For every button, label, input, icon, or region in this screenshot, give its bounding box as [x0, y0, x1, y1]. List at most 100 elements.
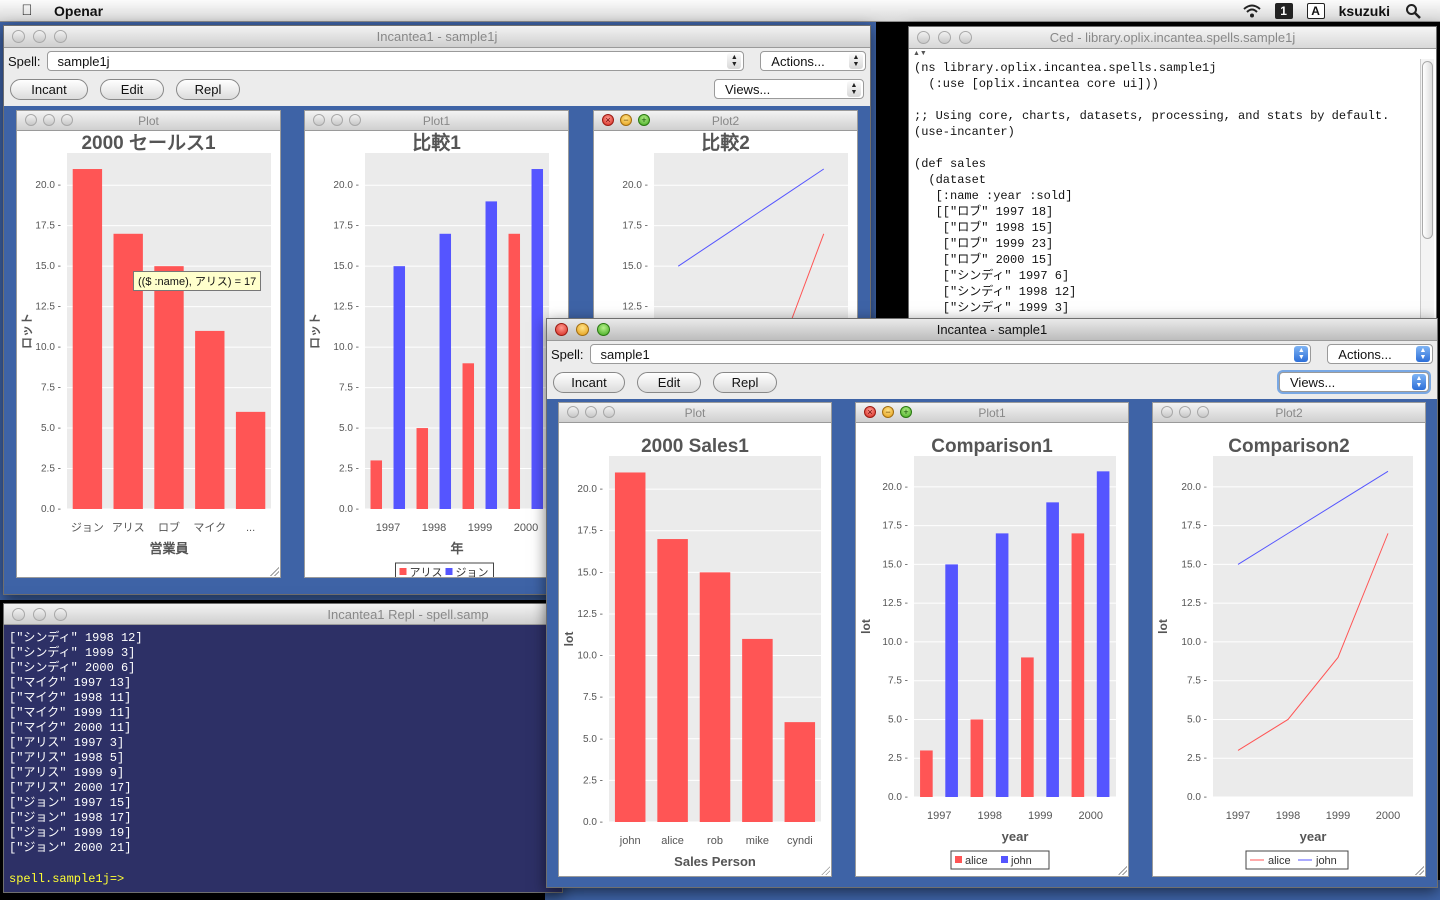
zoom-icon[interactable] [349, 114, 361, 126]
zoom-icon[interactable]: + [900, 406, 912, 418]
comparison-bar-chart[interactable]: 比較1 0.0 - 2.5 - 5.0 - 7.5 - 10.0 - 12.5 - 15.0 … [305, 131, 568, 577]
bar [370, 460, 383, 509]
resize-grip-icon[interactable] [1414, 865, 1424, 875]
minimize-icon[interactable]: − [882, 406, 894, 418]
minimize-icon[interactable] [33, 30, 46, 43]
minimize-icon[interactable] [33, 608, 46, 621]
select-arrows-icon: ▲ ▼ [727, 53, 742, 69]
zoom-icon[interactable] [1197, 406, 1209, 418]
repl-line: ["アリス" 1999 9] [9, 766, 125, 780]
actions-select[interactable]: Actions... ▲ ▼ [1327, 344, 1433, 364]
1-icon[interactable]: 1 [1274, 2, 1293, 19]
editor-scrollbar[interactable] [1420, 59, 1434, 325]
y-tick-label: 5.0 - [888, 714, 908, 725]
sales-bar-chart[interactable]: 2000 Sales1 0.0 - 2.5 - 5.0 - 7.5 - 10.0 - 12.… [559, 423, 831, 876]
bar [439, 233, 452, 510]
edit-button[interactable]: Edit [637, 371, 701, 393]
close-icon[interactable] [25, 114, 37, 126]
edit-button[interactable]: Edit [100, 78, 164, 100]
zoom-icon[interactable] [61, 114, 73, 126]
spell-label: Spell: [551, 346, 584, 362]
minimize-icon[interactable] [576, 323, 589, 336]
apple-logo-icon[interactable]:  [18, 2, 36, 19]
close-icon[interactable] [917, 31, 930, 44]
y-tick-label: 10.0 - [333, 342, 359, 353]
plot-frame-title: Plot [138, 114, 159, 128]
bar [995, 533, 1009, 797]
y-tick-label: 0.0 - [339, 504, 359, 515]
minimize-icon[interactable] [43, 114, 55, 126]
close-icon[interactable] [12, 30, 25, 43]
spell-select[interactable]: sample1j ▲ ▼ [46, 51, 745, 71]
x-tick-label: 1998 [1276, 810, 1300, 822]
minimize-icon[interactable] [938, 31, 951, 44]
zoom-icon[interactable]: + [638, 114, 650, 126]
close-icon[interactable] [313, 114, 325, 126]
ced-titlebar[interactable]: Ced - library.oplix.incantea.spells.samp… [909, 27, 1436, 49]
repl-button[interactable]: Repl [176, 78, 240, 100]
zoom-icon[interactable] [54, 30, 67, 43]
views-select[interactable]: Views... ▲ ▼ [1279, 372, 1429, 392]
code-line: (def sales [914, 157, 987, 171]
app-menu-name[interactable]: Openar [54, 3, 103, 19]
incantea1-titlebar[interactable]: Incantea1 - sample1j [4, 26, 870, 48]
repl-output: ["シンディ" 1998 12] ["シンディ" 1999 3] ["シンディ" 2… [9, 631, 143, 856]
repl-button[interactable]: Repl [713, 371, 777, 393]
resize-grip-icon[interactable] [820, 865, 830, 875]
plot-frame-title: Plot [684, 406, 706, 420]
minimize-icon[interactable] [1179, 406, 1191, 418]
close-icon[interactable]: × [864, 406, 876, 418]
y-tick-label: 2.5 - [41, 464, 61, 475]
x-axis-label: 営業員 [149, 541, 188, 556]
wifi-icon[interactable] [1242, 3, 1261, 19]
incant-button[interactable]: Incant [10, 78, 88, 100]
zoom-icon[interactable] [603, 406, 615, 418]
y-axis-label: ロット [20, 313, 34, 349]
actions-label: Actions... [1338, 346, 1392, 362]
x-tick-label: 1998 [978, 810, 1002, 822]
repl-titlebar[interactable]: Incantea1 Repl - spell.samp [4, 604, 562, 625]
comparison-bar-chart[interactable]: Comparison1 0.0 - 2.5 - 5.0 - 7.5 - 10.0 - 12.… [856, 423, 1128, 876]
repl-prompt[interactable]: spell.sample1j=> [9, 872, 124, 887]
scrollbar-thumb[interactable] [1422, 61, 1433, 239]
zoom-icon[interactable] [959, 31, 972, 44]
search-icon[interactable] [1404, 3, 1422, 19]
chart-title: Comparison2 [1228, 436, 1349, 457]
views-label: Views... [1290, 374, 1336, 390]
bar [195, 330, 225, 509]
code-editor[interactable]: (ns library.oplix.incantea.spells.sample… [914, 60, 1419, 316]
minimize-icon[interactable] [585, 406, 597, 418]
close-icon[interactable] [555, 323, 568, 336]
views-select[interactable]: Views... ▲ ▼ [714, 79, 864, 99]
close-icon[interactable]: × [602, 114, 614, 126]
spell-select[interactable]: sample1 ▲ ▼ [589, 344, 1312, 364]
resize-grip-icon[interactable] [1117, 865, 1127, 875]
code-line: ["シンディ" 1998 12] [914, 285, 1077, 299]
bar [699, 572, 731, 822]
plot1-frame: × − + Plot1 Comparison1 0.0 - 2.5 - 5.0 - 7.5 -… [855, 402, 1129, 877]
close-icon[interactable] [567, 406, 579, 418]
zoom-icon[interactable] [54, 608, 67, 621]
incantea-titlebar[interactable]: Incantea - sample1 [547, 319, 1437, 341]
y-tick-label: 17.5 - [622, 221, 648, 232]
zoom-icon[interactable] [597, 323, 610, 336]
input-a-icon[interactable]: A [1306, 2, 1325, 19]
minimize-icon[interactable]: − [620, 114, 632, 126]
code-line: ["シンディ" 1997 6] [914, 269, 1070, 283]
legend-swatch [399, 568, 407, 575]
sales-bar-chart[interactable]: 2000 セールス1 0.0 - 2.5 - 5.0 - 7.5 - 10.0 - 12.5… [17, 131, 280, 577]
y-tick-label: 12.5 - [1181, 598, 1207, 609]
comparison-line-chart[interactable]: Comparison2 0.0 - 2.5 - 5.0 - 7.5 - 10.0 - 12.… [1153, 423, 1425, 876]
actions-select[interactable]: Actions... ▲ ▼ [760, 51, 866, 71]
user-name[interactable]: ksuzuki [1339, 3, 1390, 19]
close-icon[interactable] [12, 608, 25, 621]
x-tick-label: 1997 [376, 522, 400, 534]
plot-frame-title: Plot2 [711, 114, 740, 128]
incant-button[interactable]: Incant [553, 371, 625, 393]
repl-line: ["シンディ" 1998 12] [9, 631, 143, 645]
split-arrows-icon[interactable]: ▲▼ [913, 50, 927, 57]
resize-grip-icon[interactable] [269, 566, 279, 576]
close-icon[interactable] [1161, 406, 1173, 418]
minimize-icon[interactable] [331, 114, 343, 126]
